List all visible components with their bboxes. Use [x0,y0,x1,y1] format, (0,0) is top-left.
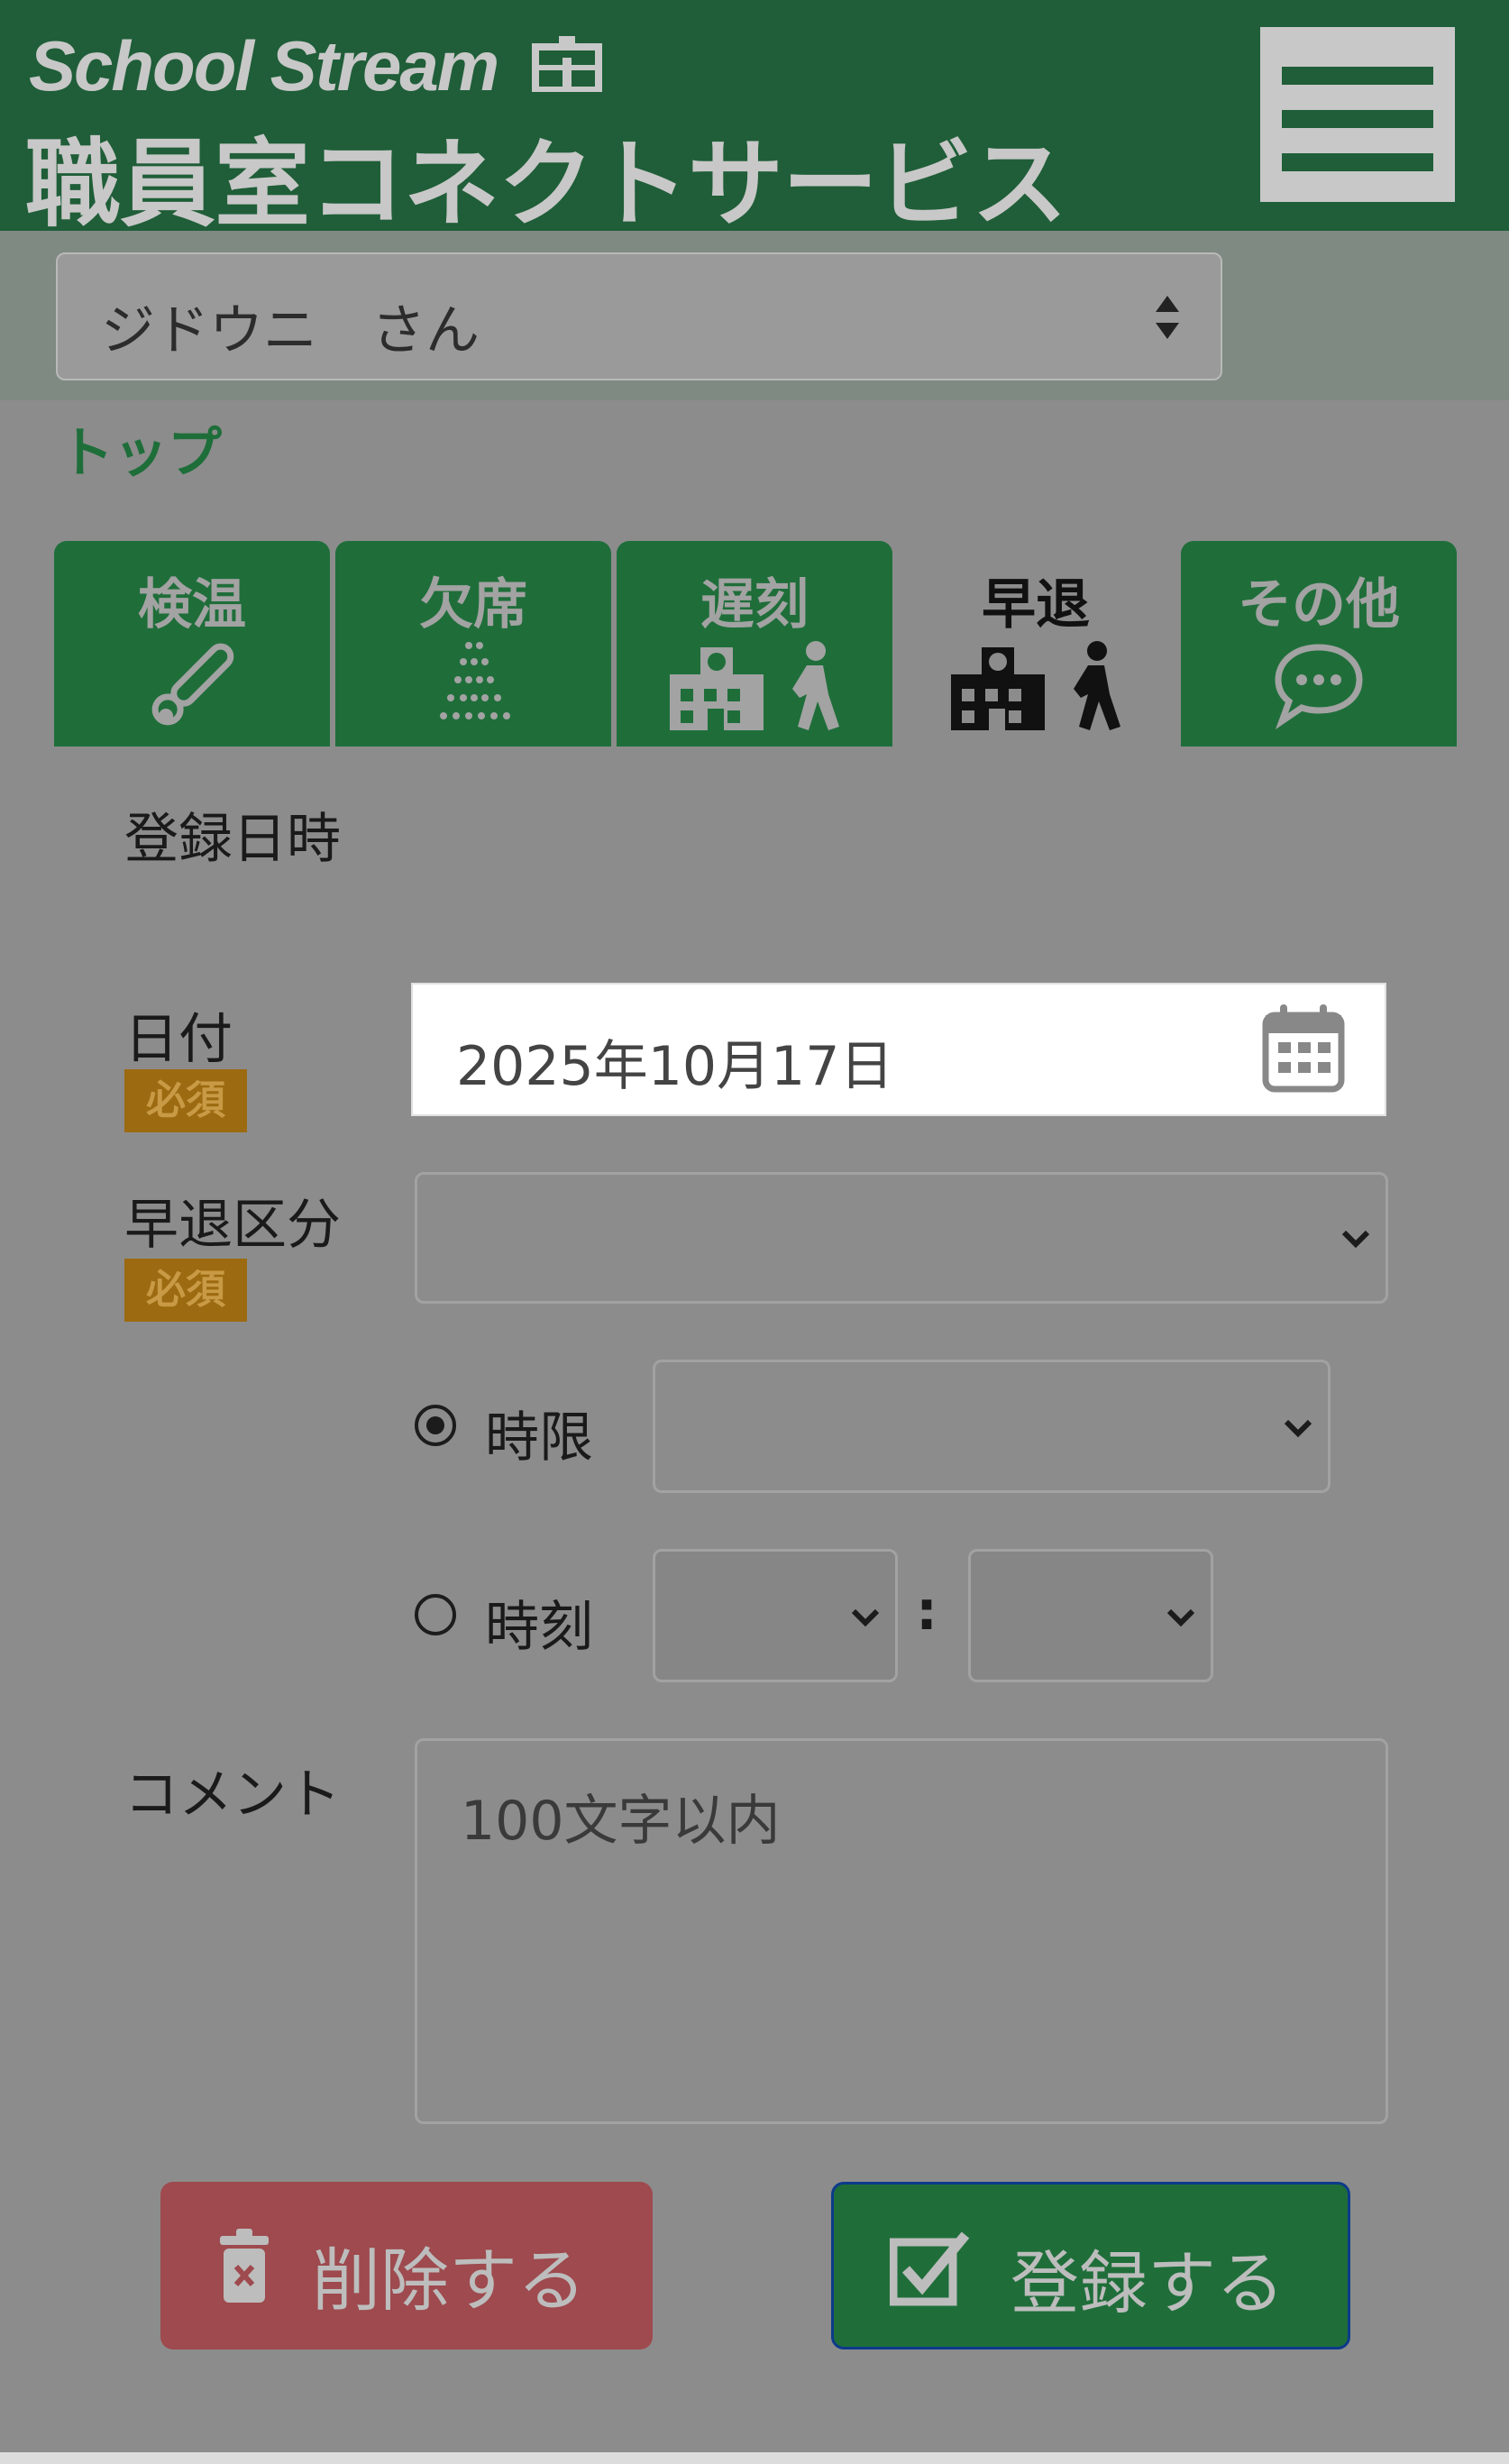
category-label: 早退区分 [124,1194,341,1257]
school-building-logo-icon [532,36,602,92]
date-label: 日付 [124,1008,233,1071]
hamburger-icon [1282,67,1433,85]
comment-label: コメント [124,1763,341,1827]
period-select[interactable] [653,1360,1331,1493]
early-leave-icon [951,641,1120,730]
radio-selected-dot [426,1416,444,1434]
chevron-down-icon [1341,1230,1370,1249]
tab-other[interactable]: その他 [1181,541,1457,747]
chevron-down-icon [851,1608,880,1627]
chevron-down-icon [1284,1419,1312,1438]
period-label: 時限 [485,1406,593,1470]
tab-temperature[interactable]: 検温 [54,541,330,747]
sort-arrows-icon [1156,296,1179,339]
tab-early-leave[interactable]: 早退 [898,541,1174,747]
early-leave-category-select[interactable] [415,1172,1388,1304]
hamburger-menu-button[interactable] [1260,27,1455,202]
checkbox-checked-icon [890,2231,970,2306]
date-input[interactable]: 2025年10月17日 [411,983,1386,1116]
required-badge: 必須 [124,1069,247,1132]
tab-label: 欠席 [419,573,527,637]
required-badge: 必須 [124,1259,247,1322]
minute-select[interactable] [968,1549,1213,1682]
hamburger-bar [1282,153,1433,171]
brand-logo-text: School Stream [29,26,499,105]
child-select-value: ジドウニ さん [101,299,480,362]
delete-button[interactable]: 削除する [160,2182,653,2350]
time-radio[interactable] [415,1594,456,1635]
breadcrumb-top-link[interactable]: トップ [59,409,222,488]
time-label: 時刻 [485,1596,593,1659]
thermometer-icon [151,643,234,726]
section-title: 登録日時 [124,808,341,871]
tab-absence[interactable]: 欠席 [335,541,611,747]
tab-label: 遅刻 [700,573,809,637]
chevron-down-icon [1166,1608,1195,1627]
delete-button-label: 削除する [312,2240,586,2321]
service-name: 職員室コネクトサービス [25,129,1067,240]
period-radio[interactable] [415,1405,456,1446]
date-value: 2025年10月17日 [456,1035,894,1098]
register-button[interactable]: 登録する [831,2182,1350,2350]
absence-icon [440,642,510,719]
late-arrival-icon [670,641,839,730]
comment-placeholder: 100文字以内 [461,1790,781,1853]
child-select[interactable]: ジドウニ さん [56,252,1222,380]
register-button-label: 登録する [1011,2243,1285,2323]
hour-select[interactable] [653,1549,898,1682]
tab-late[interactable]: 遅刻 [617,541,892,747]
comment-textarea[interactable]: 100文字以内 [415,1738,1388,2124]
hamburger-bar [1282,110,1433,128]
calendar-icon[interactable] [1262,1003,1345,1093]
time-separator: : [916,1580,937,1643]
tab-label: 早退 [982,573,1090,637]
speech-bubble-icon [1275,644,1363,730]
bottom-edge [0,2452,1509,2464]
tab-label: 検温 [138,573,246,637]
trash-icon [220,2229,269,2303]
tab-label: その他 [1238,573,1400,637]
